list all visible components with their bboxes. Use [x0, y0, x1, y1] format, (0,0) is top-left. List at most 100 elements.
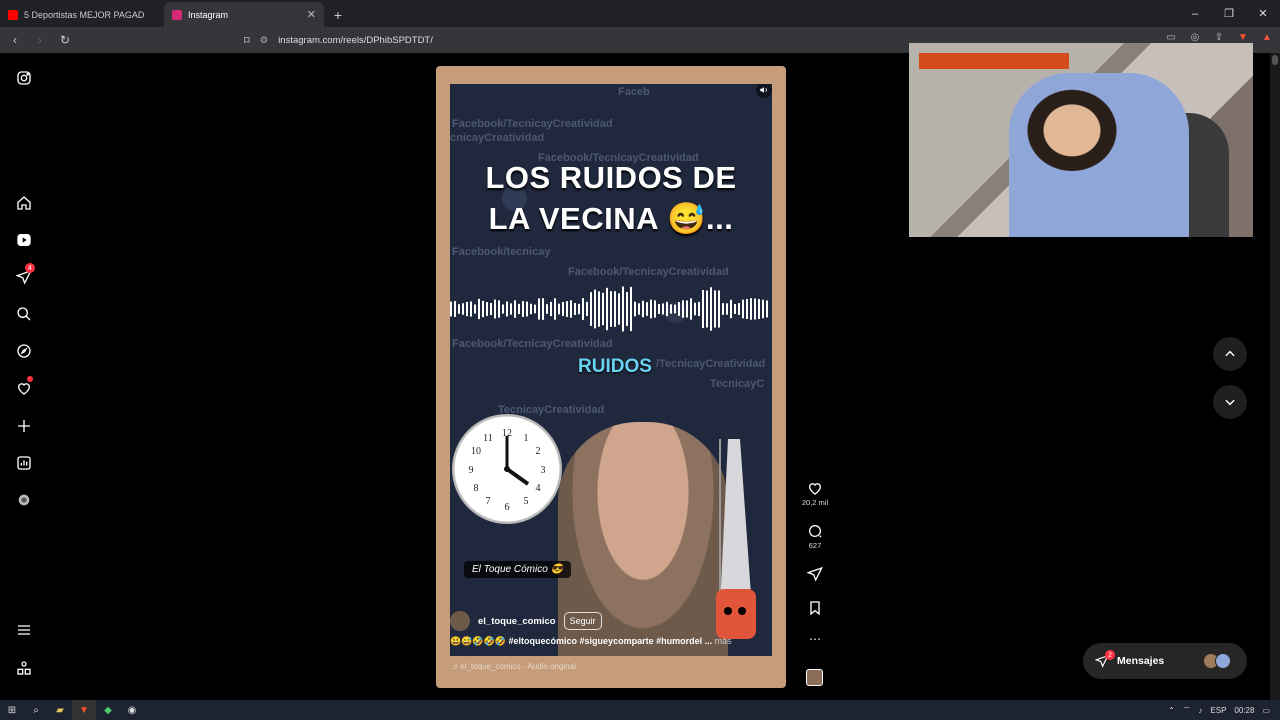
webcam-shelf [919, 53, 1069, 69]
messages-icon[interactable]: 4 [15, 263, 35, 286]
forward-icon[interactable]: › [30, 33, 50, 47]
waveform-bar [554, 298, 556, 320]
address-bar[interactable]: ⌑ ⚙ instagram.com/reels/DPhibSPDTDT/ [244, 30, 904, 50]
menu-icon[interactable] [15, 621, 33, 639]
notifications-icon[interactable] [15, 376, 33, 397]
waveform-bar [738, 303, 740, 315]
reels-icon[interactable] [15, 231, 33, 249]
author-username[interactable]: el_toque_comico [478, 616, 556, 627]
lens-icon[interactable]: ◎ [1188, 32, 1202, 43]
chevron-up-icon [1225, 350, 1235, 357]
maximize-button[interactable]: ❐ [1212, 0, 1246, 27]
extensions-bar: ▭ ◎ ⇪ ▼ ▲ [1164, 32, 1274, 43]
waveform-bar [746, 298, 748, 320]
clock[interactable]: 00:28 [1234, 706, 1254, 715]
tab-youtube[interactable]: 5 Deportistas MEJOR PAGADOS [0, 2, 164, 27]
cast-icon[interactable]: ▭ [1164, 32, 1178, 43]
waveform-bar [458, 304, 460, 314]
watermark: Facebook/TecnicayCreatividad [452, 338, 613, 350]
url-text[interactable]: instagram.com/reels/DPhibSPDTDT/ [278, 35, 433, 46]
waveform-bar [566, 301, 568, 317]
youtube-favicon-icon [8, 9, 18, 20]
instagram-logo-icon[interactable] [15, 69, 33, 87]
obs-icon[interactable]: ◉ [120, 700, 144, 720]
new-tab-button[interactable]: + [324, 2, 352, 27]
next-reel-button[interactable] [1213, 385, 1247, 419]
svg-text:2: 2 [536, 446, 541, 457]
system-tray: ⌃ ⌔ ♪ ESP 00:28 ▭ [1168, 700, 1270, 720]
dashboard-icon[interactable] [15, 454, 33, 472]
share-icon[interactable]: ⇪ [1212, 32, 1226, 43]
network-icon[interactable]: ⌔ [1183, 705, 1191, 715]
page-scrollbar[interactable] [1270, 53, 1280, 700]
more-options-icon[interactable]: ⋯ [800, 632, 830, 646]
waveform-bar [766, 300, 768, 318]
brave-browser-icon[interactable]: ▼ [72, 700, 96, 720]
waveform-bar [614, 291, 616, 327]
like-button[interactable]: 20,2 mil [800, 480, 830, 507]
minimize-button[interactable]: – [1178, 0, 1212, 27]
notifications-icon[interactable]: ▭ [1262, 706, 1270, 715]
svg-text:1: 1 [524, 433, 529, 444]
browser-window: 5 Deportistas MEJOR PAGADOS Instagram ✕ … [0, 0, 1280, 700]
close-window-button[interactable]: ✕ [1246, 0, 1280, 27]
reload-icon[interactable]: ↻ [55, 33, 75, 47]
waveform-bar [486, 302, 488, 316]
waveform-bar [642, 300, 644, 318]
waveform-bar [722, 303, 724, 315]
waveform-bar [606, 287, 608, 331]
brave-shield-icon[interactable]: ▼ [1236, 32, 1250, 43]
rewards-icon[interactable]: ▲ [1260, 32, 1274, 43]
waveform-bar [714, 290, 716, 328]
waveform-bar [662, 303, 664, 315]
waveform-bar [630, 286, 632, 332]
bookmark-icon[interactable]: ⌑ [244, 34, 250, 47]
search-icon[interactable] [15, 305, 33, 323]
messages-button[interactable]: 2 Mensajes [1083, 643, 1247, 679]
comment-button[interactable]: 627 [800, 523, 830, 550]
reel-caption[interactable]: 😃😅🤣🤣🤣 #eltoquecómico #sigueycomparte #hu… [450, 636, 772, 647]
site-info-icon[interactable]: ⚙ [260, 35, 269, 46]
search-icon[interactable]: ⌕ [24, 700, 48, 720]
waveform-bar [742, 299, 744, 319]
message-avatars [1203, 653, 1233, 669]
waveform-bar [622, 286, 624, 332]
follow-button[interactable]: Seguir [563, 612, 602, 630]
caption-more-link[interactable]: más [715, 636, 732, 646]
explore-icon[interactable] [15, 342, 33, 360]
waveform-bar [466, 301, 468, 317]
waveform-bar [514, 300, 516, 318]
also-from-meta-icon[interactable] [15, 659, 33, 677]
waveform-bar [506, 301, 508, 317]
waveform-bar [562, 302, 564, 316]
tray-expand-icon[interactable]: ⌃ [1168, 706, 1175, 715]
previous-reel-button[interactable] [1213, 337, 1247, 371]
audio-thumbnail[interactable] [806, 669, 823, 686]
reel-video[interactable]: Faceb Facebook/TecnicayCreatividad cnica… [450, 84, 772, 656]
clock-image: 12 1 2 3 4 5 6 7 8 9 10 11 [452, 414, 562, 524]
svg-text:9: 9 [469, 465, 474, 476]
reel-card[interactable]: Faceb Facebook/TecnicayCreatividad cnica… [436, 66, 786, 688]
file-explorer-icon[interactable]: ▰ [48, 700, 72, 720]
share-button[interactable] [800, 566, 830, 582]
author-avatar[interactable] [450, 611, 470, 631]
save-button[interactable] [800, 600, 830, 616]
tab-instagram[interactable]: Instagram ✕ [164, 2, 324, 27]
language-indicator[interactable]: ESP [1210, 706, 1226, 715]
back-icon[interactable]: ‹ [5, 33, 25, 47]
instagram-favicon-icon [172, 9, 182, 20]
audio-attribution[interactable]: ♫ el_toque_comico · Audio original [452, 662, 576, 671]
svg-text:11: 11 [483, 433, 493, 444]
headline-line-1: LOS RUIDOS DE [485, 160, 737, 195]
create-icon[interactable] [15, 417, 33, 435]
home-icon[interactable] [15, 194, 33, 212]
svg-text:8: 8 [474, 483, 479, 494]
windows-start-icon[interactable]: ⊞ [0, 700, 24, 720]
close-tab-icon[interactable]: ✕ [307, 8, 316, 21]
app-icon[interactable]: ◆ [96, 700, 120, 720]
waveform-bar [574, 303, 576, 315]
waveform-bar [618, 293, 620, 325]
waveform-bar [698, 301, 700, 317]
meta-ai-icon[interactable] [15, 491, 33, 509]
volume-icon[interactable]: ♪ [1198, 706, 1202, 715]
